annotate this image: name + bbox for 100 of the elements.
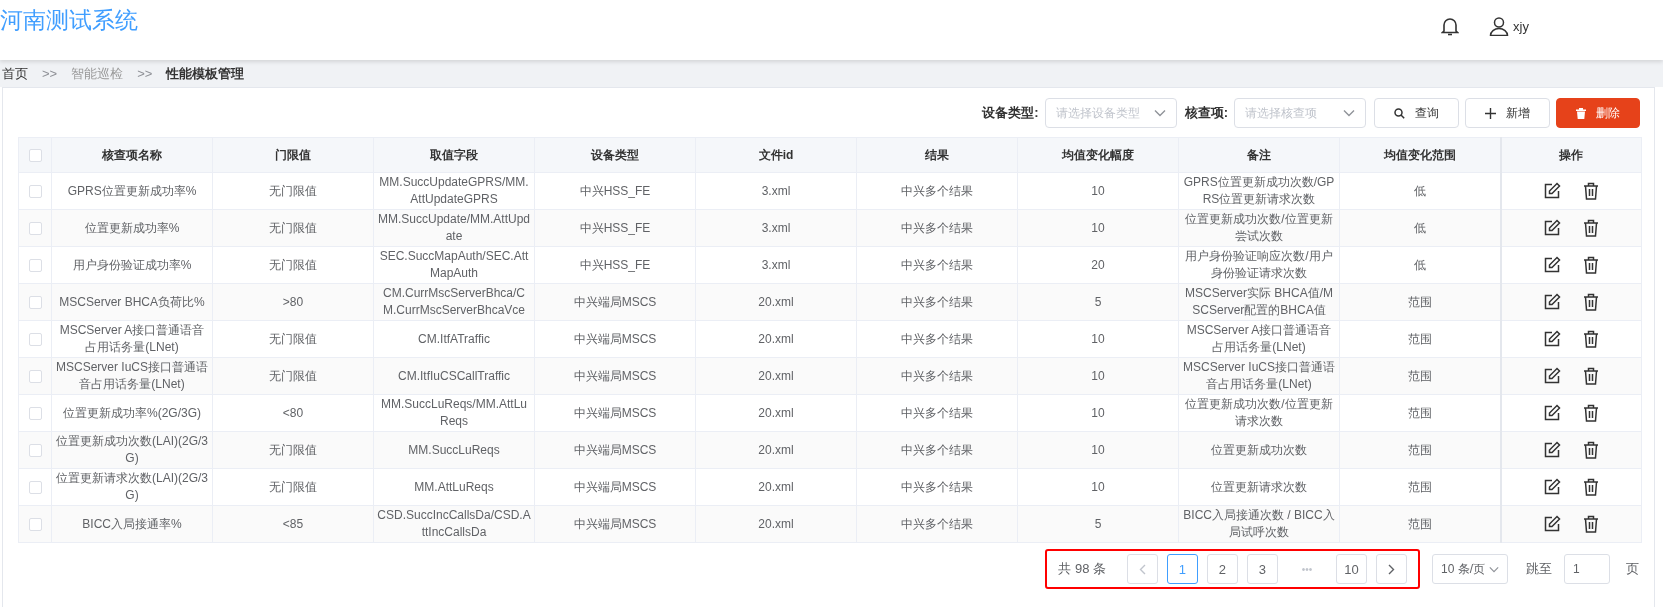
page-button[interactable]: 10 [1336,554,1367,584]
trash-icon[interactable] [1583,330,1600,348]
table-cell: 10 [1017,172,1179,210]
checkbox[interactable] [28,517,42,531]
search-icon [1394,107,1405,119]
table-cell: 中兴多个结果 [856,357,1018,395]
table-cell: 20.xml [695,357,857,395]
column-header: 操作 [1500,137,1642,173]
table-cell: 无门限值 [212,357,374,395]
edit-icon[interactable] [1543,256,1562,274]
edit-icon[interactable] [1543,367,1562,385]
jump-label: 跳至 [1526,560,1552,578]
table-cell: MSCServer IuCS接口普通语音占用话务量(LNet) [1178,357,1340,395]
chevron-left-icon [1139,563,1146,575]
checkbox[interactable] [28,258,42,272]
table-cell: MSCServer A接口普通语音占用话务量(LNet) [1178,320,1340,358]
trash-icon[interactable] [1583,293,1600,311]
table-cell: 范围 [1339,357,1501,395]
bell-icon[interactable] [1441,16,1460,36]
table-cell: 无门限值 [212,246,374,284]
edit-icon[interactable] [1543,515,1562,533]
edit-icon[interactable] [1543,293,1562,311]
checkbox[interactable] [28,369,42,383]
table-cell: 中兴多个结果 [856,209,1018,247]
table-cell: 用户身份验证成功率% [51,246,213,284]
table-cell: 中兴多个结果 [856,505,1018,543]
edit-icon[interactable] [1543,219,1562,237]
trash-icon[interactable] [1583,478,1600,496]
table-cell: MSCServer IuCS接口普通语音占用话务量(LNet) [51,357,213,395]
table-cell: MM.SuccUpdateGPRS/MM.AttUpdateGPRS [373,172,535,210]
checkbox[interactable] [28,184,42,198]
breadcrumb-item[interactable]: 首页 [2,64,28,83]
chevron-down-icon [1343,109,1355,117]
table-cell: SEC.SuccMapAuth/SEC.AttMapAuth [373,246,535,284]
table-cell: <80 [212,394,374,432]
page-suffix: 页 [1626,560,1639,578]
add-button[interactable]: 新增 [1465,98,1550,128]
filter-label: 设备类型: [982,104,1039,122]
trash-icon[interactable] [1583,256,1600,274]
trash-icon[interactable] [1583,441,1600,459]
page-button[interactable]: 3 [1247,554,1278,584]
table-cell: 20 [1017,246,1179,284]
search-button[interactable]: 查询 [1374,98,1459,128]
delete-button[interactable]: 删除 [1556,98,1640,128]
table-cell: CM.ItfATraffic [373,320,535,358]
checkbox[interactable] [28,406,42,420]
user-name[interactable]: xjy [1513,18,1529,34]
table-cell: 3.xml [695,172,857,210]
table-cell: BICC入局接通率% [51,505,213,543]
table-cell: CSD.SuccIncCallsDa/CSD.AttIncCallsDa [373,505,535,543]
checkbox[interactable] [28,221,42,235]
page-input[interactable]: 1 [1564,554,1610,584]
table-cell: MM.AttLuReqs [373,468,535,506]
table-cell: 10 [1017,357,1179,395]
table-cell: 位置更新请求次数 [1178,468,1340,506]
chevron-right-icon [1388,563,1395,575]
edit-icon[interactable] [1543,404,1562,422]
table-cell: 3.xml [695,209,857,247]
trash-icon[interactable] [1583,515,1600,533]
checkbox[interactable] [28,295,42,309]
trash-icon[interactable] [1583,219,1600,237]
page-button[interactable]: 2 [1207,554,1238,584]
table-cell: 20.xml [695,283,857,321]
edit-icon[interactable] [1543,441,1562,459]
table-cell: 位置更新成功率%(2G/3G) [51,394,213,432]
user-icon[interactable] [1489,16,1510,36]
table-cell: 中兴多个结果 [856,468,1018,506]
chevron-down-icon [1489,565,1499,573]
table-cell: 20.xml [695,468,857,506]
column-header: 均值变化范围 [1339,137,1501,173]
checkbox[interactable] [28,443,42,457]
table-cell: 20.xml [695,505,857,543]
table-cell: 中兴多个结果 [856,320,1018,358]
table-cell: 中兴HSS_FE [534,246,696,284]
table-cell: 无门限值 [212,431,374,469]
checkbox[interactable] [28,332,42,346]
table-cell: CM.ItfIuCSCallTraffic [373,357,535,395]
table-cell: 10 [1017,320,1179,358]
table-cell: BICC入局接通次数 / BICC入局试呼次数 [1178,505,1340,543]
trash-icon[interactable] [1583,404,1600,422]
edit-icon[interactable] [1543,182,1562,200]
table-cell: <85 [212,505,374,543]
table-cell: 位置更新成功次数/位置更新尝试次数 [1178,209,1340,247]
trash-icon[interactable] [1583,182,1600,200]
table-cell: 3.xml [695,246,857,284]
trash-icon[interactable] [1583,367,1600,385]
column-header: 取值字段 [373,137,535,173]
checkbox[interactable] [28,148,42,162]
edit-icon[interactable] [1543,330,1562,348]
edit-icon[interactable] [1543,478,1562,496]
column-header: 设备类型 [534,137,696,173]
table-cell: GPRS位置更新成功率% [51,172,213,210]
breadcrumb-separator: >> [137,66,153,81]
table-cell: 10 [1017,431,1179,469]
page-size-select[interactable]: 10 条/页 [1432,554,1508,584]
table-cell: MSCServer BHCA负荷比% [51,283,213,321]
column-header: 门限值 [212,137,374,173]
table-cell: 中兴端局MSCS [534,283,696,321]
checkbox[interactable] [28,480,42,494]
table-cell: 无门限值 [212,320,374,358]
